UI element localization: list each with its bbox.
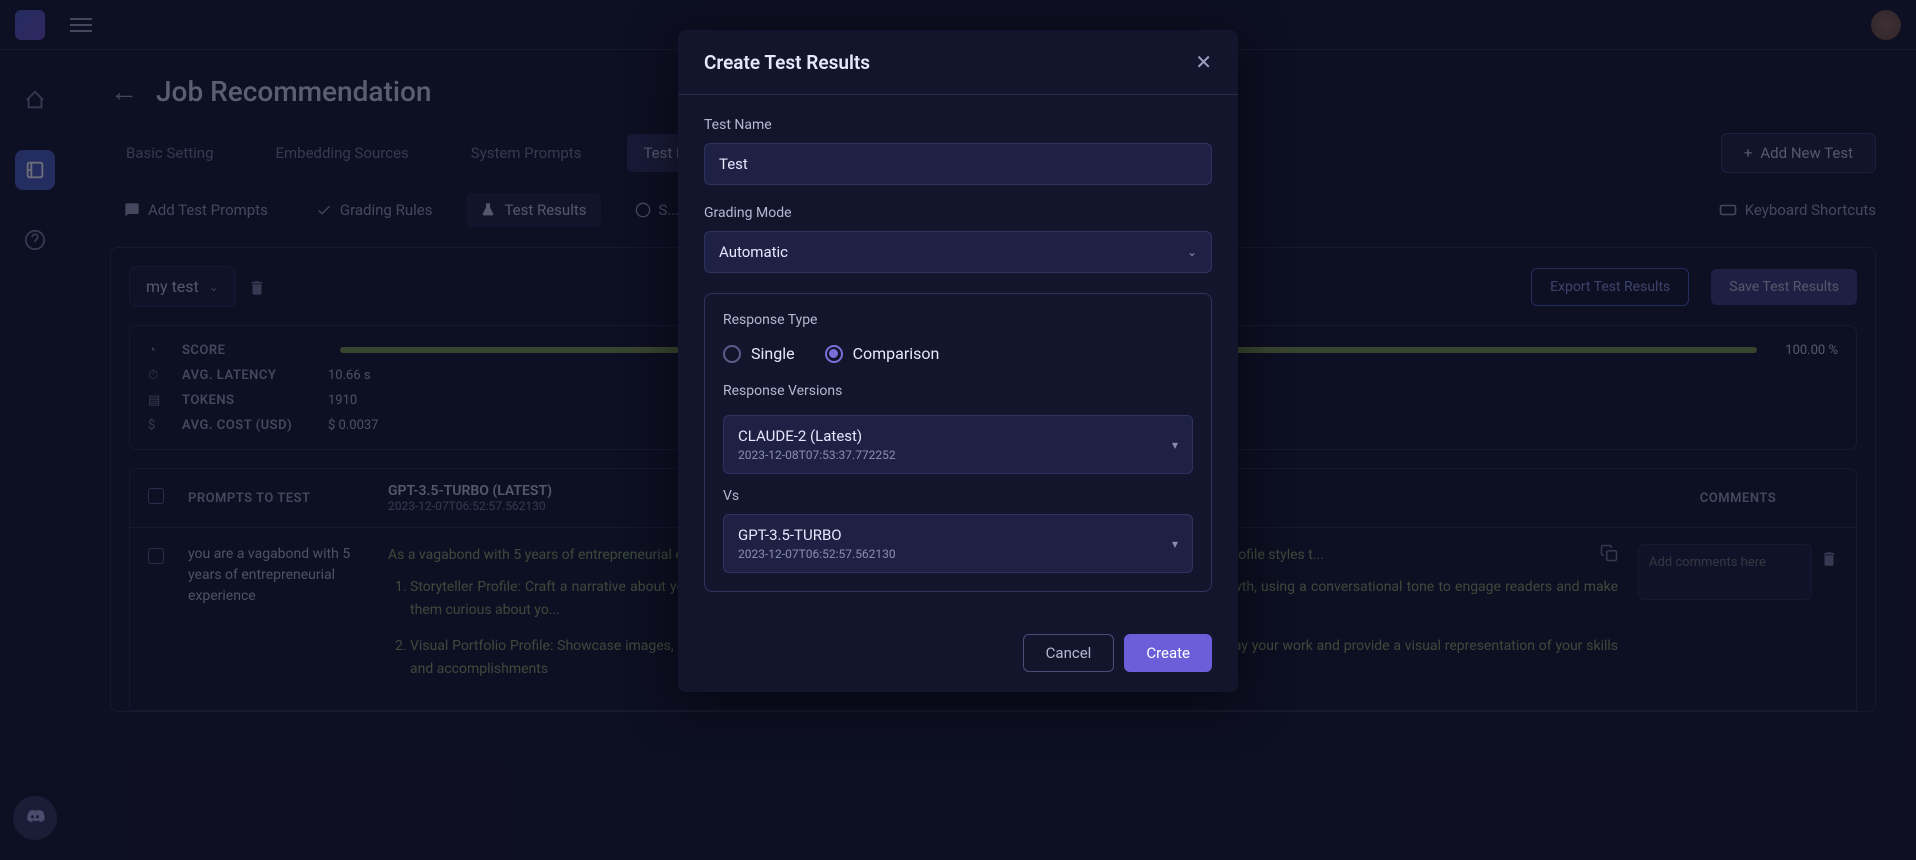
create-test-results-modal: Create Test Results ✕ Test Name Grading … xyxy=(678,30,1238,692)
radio-comparison[interactable]: Comparison xyxy=(825,344,940,363)
cancel-button[interactable]: Cancel xyxy=(1023,634,1115,672)
version-2-select[interactable]: GPT-3.5-TURBO 2023-12-07T06:52:57.562130… xyxy=(723,514,1193,573)
caret-down-icon: ▾ xyxy=(1172,537,1178,551)
response-type-fieldset: Response Type Single Comparison Response… xyxy=(704,293,1212,592)
caret-down-icon: ▾ xyxy=(1172,438,1178,452)
create-button[interactable]: Create xyxy=(1124,634,1212,672)
radio-circle-checked-icon xyxy=(825,345,843,363)
test-name-label: Test Name xyxy=(704,117,1212,133)
chevron-down-icon: ⌄ xyxy=(1187,245,1197,259)
radio-circle-icon xyxy=(723,345,741,363)
modal-title: Create Test Results xyxy=(704,51,870,74)
test-name-input[interactable] xyxy=(704,143,1212,185)
grading-mode-label: Grading Mode xyxy=(704,205,1212,221)
version-1-select[interactable]: CLAUDE-2 (Latest) 2023-12-08T07:53:37.77… xyxy=(723,415,1193,474)
radio-single[interactable]: Single xyxy=(723,344,795,363)
close-icon[interactable]: ✕ xyxy=(1195,50,1212,74)
grading-mode-select[interactable]: Automatic ⌄ xyxy=(704,231,1212,273)
